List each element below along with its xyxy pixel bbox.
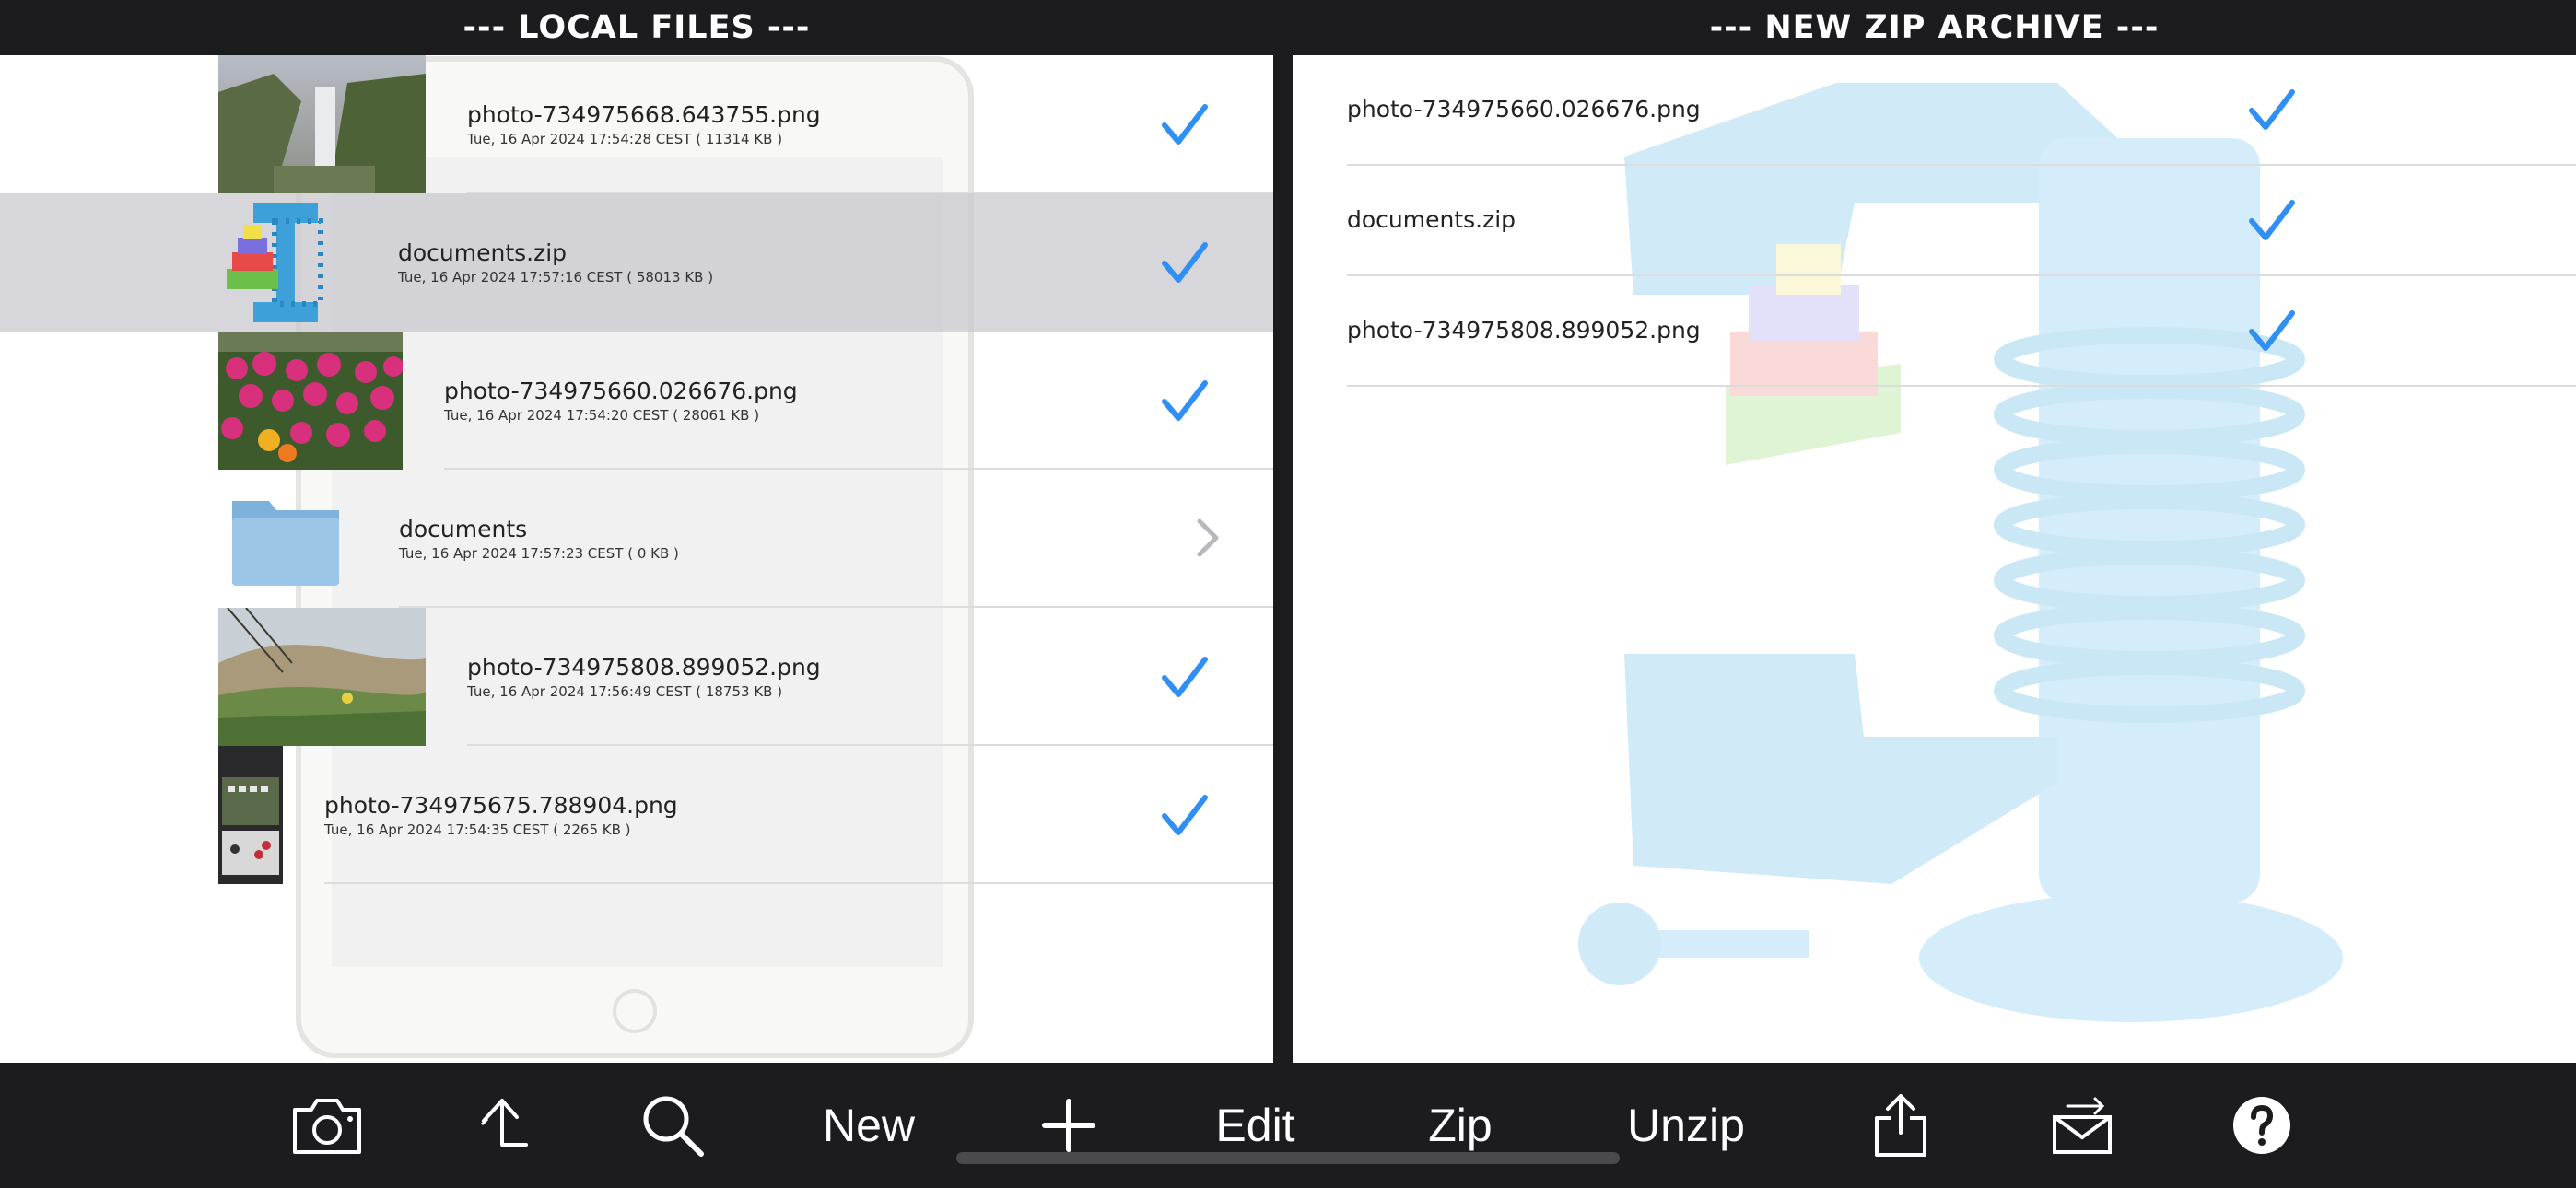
search-icon — [643, 1096, 704, 1157]
file-row[interactable]: photo-734975660.026676.png Tue, 16 Apr 2… — [0, 332, 1273, 470]
pane-divider[interactable] — [1273, 55, 1293, 1063]
archive-header: --- NEW ZIP ARCHIVE --- — [1293, 0, 2576, 55]
waterfall-thumbnail — [218, 55, 426, 193]
new-label: New — [822, 1100, 916, 1151]
folder-name: documents — [399, 516, 528, 542]
archive-item-row[interactable]: photo-734975660.026676.png — [1293, 55, 2576, 166]
archive-item-name: photo-734975660.026676.png — [1347, 96, 1701, 122]
archive-item-name: photo-734975808.899052.png — [1347, 317, 1701, 344]
mail-button[interactable] — [2036, 1063, 2128, 1188]
mail-icon — [2053, 1097, 2112, 1154]
file-meta: Tue, 16 Apr 2024 17:54:20 CEST ( 28061 K… — [444, 407, 760, 424]
row-separator — [324, 882, 1273, 884]
plus-icon — [1042, 1099, 1095, 1152]
flowers-thumbnail — [218, 332, 403, 470]
game-screenshot-thumbnail — [218, 746, 283, 884]
share-icon — [1875, 1094, 1926, 1157]
file-row[interactable]: photo-734975675.788904.png Tue, 16 Apr 2… — [0, 746, 1273, 884]
chevron-right-icon[interactable] — [1194, 518, 1222, 558]
new-button[interactable]: New — [800, 1063, 938, 1188]
zip-archive-icon — [221, 193, 350, 332]
checkmark-icon[interactable] — [1159, 99, 1211, 151]
archive-item-row[interactable]: photo-734975808.899052.png — [1293, 276, 2576, 387]
camera-icon — [293, 1099, 361, 1154]
home-indicator — [956, 1152, 1620, 1164]
unzip-label: Unzip — [1627, 1100, 1745, 1151]
zip-archive-pane[interactable]: photo-734975660.026676.png documents.zip… — [1293, 55, 2576, 1063]
checkmark-icon[interactable] — [2246, 195, 2298, 247]
up-folder-icon — [480, 1099, 528, 1147]
add-button[interactable] — [1023, 1063, 1115, 1188]
file-meta: Tue, 16 Apr 2024 17:57:16 CEST ( 58013 K… — [398, 269, 714, 285]
checkmark-icon[interactable] — [1159, 790, 1211, 842]
folder-meta: Tue, 16 Apr 2024 17:57:23 CEST ( 0 KB ) — [399, 545, 679, 562]
edit-label: Edit — [1215, 1100, 1295, 1151]
checkmark-icon[interactable] — [1159, 238, 1211, 289]
local-files-title: --- LOCAL FILES --- — [463, 9, 811, 46]
up-folder-button[interactable] — [456, 1063, 548, 1188]
archive-title: --- NEW ZIP ARCHIVE --- — [1709, 9, 2160, 46]
file-row-selected[interactable]: documents.zip Tue, 16 Apr 2024 17:57:16 … — [0, 193, 1273, 332]
file-name: photo-734975675.788904.png — [324, 792, 678, 819]
file-meta: Tue, 16 Apr 2024 17:54:35 CEST ( 2265 KB… — [324, 821, 631, 838]
checkmark-icon[interactable] — [2246, 85, 2298, 136]
file-name: documents.zip — [398, 239, 568, 266]
checkmark-icon[interactable] — [1159, 376, 1211, 427]
row-separator — [1347, 385, 2576, 387]
camera-button[interactable] — [281, 1063, 373, 1188]
file-meta: Tue, 16 Apr 2024 17:56:49 CEST ( 18753 K… — [467, 683, 783, 700]
local-files-header: --- LOCAL FILES --- — [0, 0, 1273, 55]
local-files-pane[interactable]: photo-734975668.643755.png Tue, 16 Apr 2… — [0, 55, 1273, 1063]
edit-button[interactable]: Edit — [1188, 1063, 1322, 1188]
zip-label: Zip — [1428, 1100, 1493, 1151]
bottom-toolbar: New Edit Zip Unzip — [0, 1063, 2576, 1188]
file-row[interactable]: photo-734975808.899052.png Tue, 16 Apr 2… — [0, 608, 1273, 746]
file-name: photo-734975668.643755.png — [467, 101, 821, 128]
archive-item-row[interactable]: documents.zip — [1293, 166, 2576, 276]
share-button[interactable] — [1855, 1063, 1947, 1188]
file-row[interactable]: photo-734975668.643755.png Tue, 16 Apr 2… — [0, 55, 1273, 193]
unzip-button[interactable]: Unzip — [1617, 1063, 1755, 1188]
folder-icon — [227, 470, 346, 608]
checkmark-icon[interactable] — [2246, 306, 2298, 357]
file-name: photo-734975808.899052.png — [467, 654, 821, 681]
dunes-thumbnail — [218, 608, 426, 746]
zip-button[interactable]: Zip — [1414, 1063, 1506, 1188]
help-icon — [2233, 1097, 2290, 1154]
search-button[interactable] — [626, 1063, 719, 1188]
checkmark-icon[interactable] — [1159, 652, 1211, 704]
archive-item-name: documents.zip — [1347, 206, 1516, 233]
help-button[interactable] — [2216, 1063, 2308, 1188]
file-name: photo-734975660.026676.png — [444, 378, 798, 404]
folder-row[interactable]: documents Tue, 16 Apr 2024 17:57:23 CEST… — [0, 470, 1273, 608]
file-meta: Tue, 16 Apr 2024 17:54:28 CEST ( 11314 K… — [467, 131, 783, 147]
